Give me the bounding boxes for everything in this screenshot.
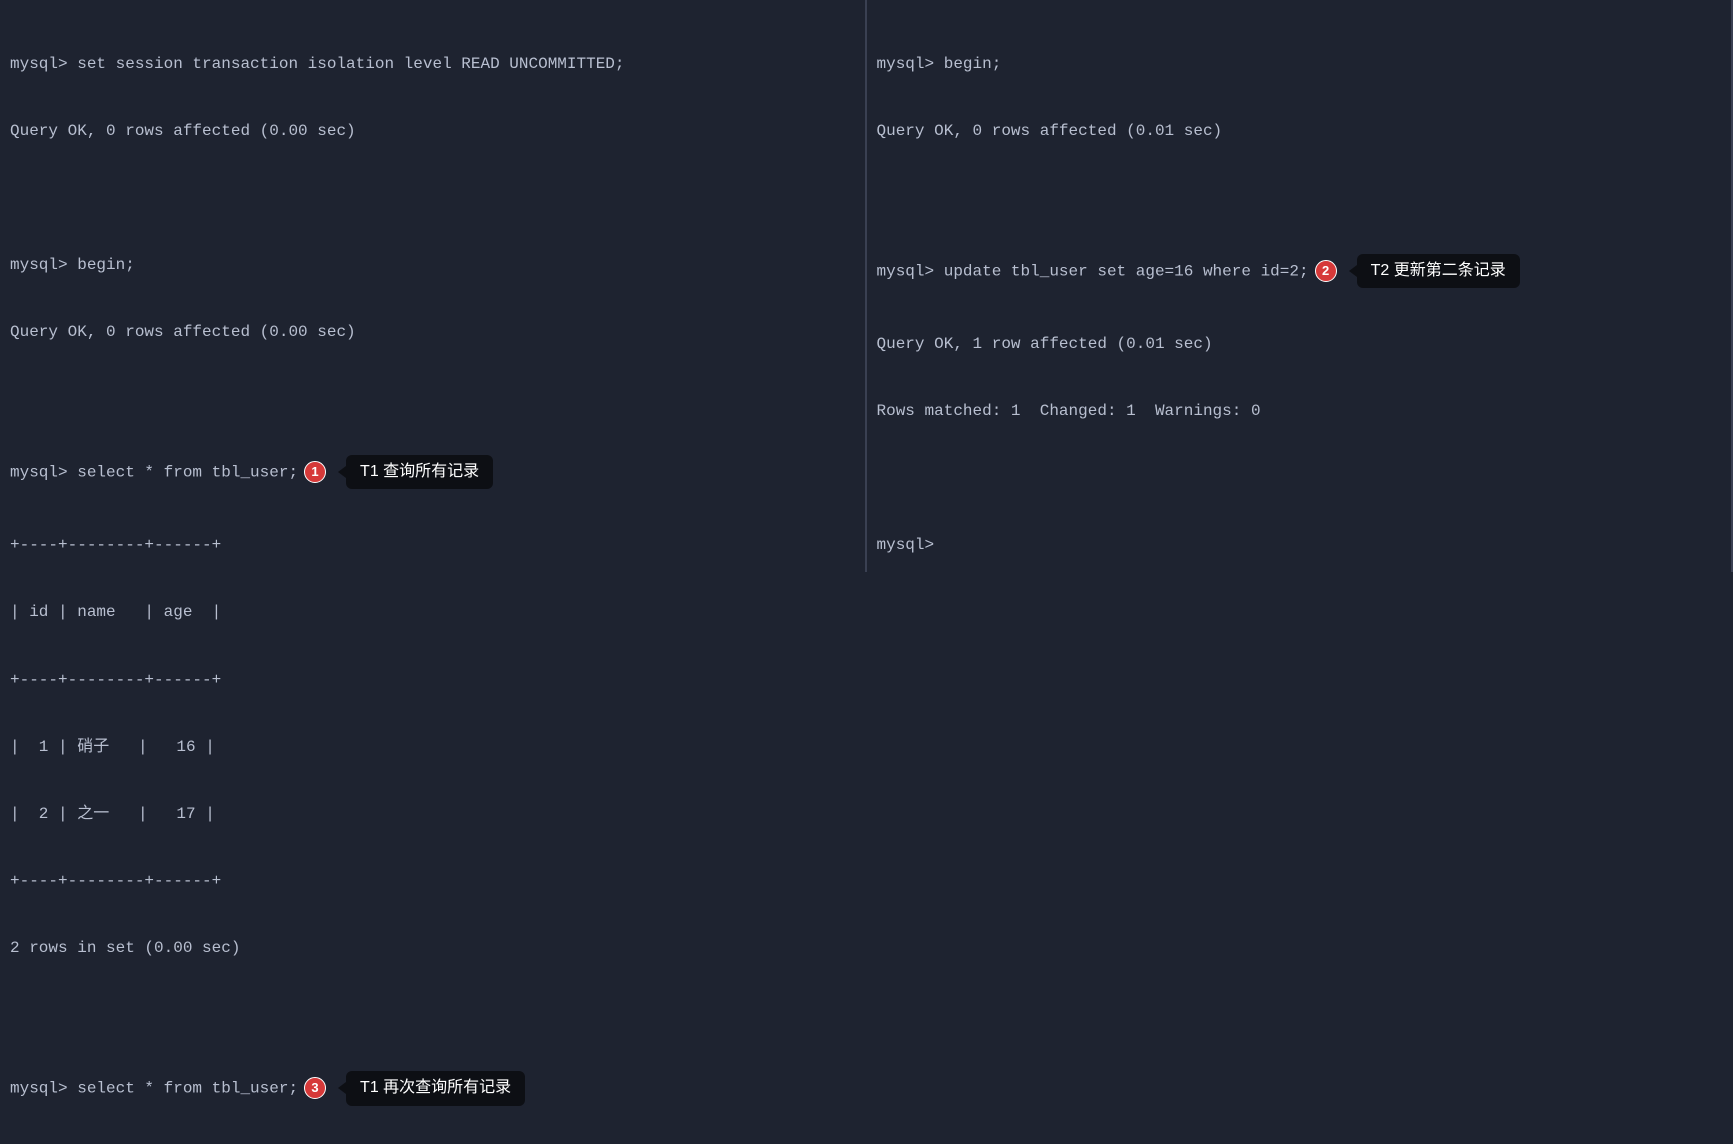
badge-icon: 2: [1315, 260, 1337, 282]
annotation-bubble: T1 查询所有记录: [346, 455, 493, 489]
left-terminal-pane[interactable]: mysql> set session transaction isolation…: [0, 0, 867, 572]
terminal-text: 2 rows in set (0.00 sec): [10, 939, 240, 957]
terminal-line: mysql> select * from tbl_user; 3 T1 再次查询所有…: [10, 1071, 855, 1105]
terminal-line: mysql>: [877, 534, 1722, 556]
terminal-line: mysql> begin;: [877, 53, 1722, 75]
terminal-text: | id | name | age |: [10, 603, 221, 621]
terminal-text: +----+--------+------+: [10, 671, 221, 689]
terminal-text: | 2 | 之一 | 17 |: [10, 805, 215, 823]
annotation-bubble: T2 更新第二条记录: [1357, 254, 1520, 288]
terminal-line: mysql> begin;: [10, 254, 855, 276]
terminal-text: mysql> begin;: [877, 55, 1002, 73]
terminal-line: | 1 | 硝子 | 16 |: [10, 736, 855, 758]
terminal-text: +----+--------+------+: [10, 536, 221, 554]
annotation-2: 2 T2 更新第二条记录: [1315, 254, 1520, 288]
terminal-line: 2 rows in set (0.00 sec): [10, 937, 855, 959]
terminal-line: | id | name | age |: [10, 601, 855, 623]
terminal-text: Query OK, 0 rows affected (0.00 sec): [10, 323, 356, 341]
terminal-line: [877, 467, 1722, 489]
terminal-line: Query OK, 0 rows affected (0.00 sec): [10, 120, 855, 142]
terminal-text: mysql> set session transaction isolation…: [10, 55, 625, 73]
terminal-line: Rows matched: 1 Changed: 1 Warnings: 0: [877, 400, 1722, 422]
terminal-line: | 2 | 之一 | 17 |: [10, 803, 855, 825]
terminal-line: Query OK, 0 rows affected (0.00 sec): [10, 321, 855, 343]
badge-icon: 3: [304, 1077, 326, 1099]
terminal-line: mysql> select * from tbl_user; 1 T1 查询所有记录: [10, 455, 855, 489]
terminal-text: +----+--------+------+: [10, 872, 221, 890]
terminal-text: mysql>: [877, 536, 935, 554]
terminal-text: mysql> begin;: [10, 256, 135, 274]
terminal-line: mysql> set session transaction isolation…: [10, 53, 855, 75]
right-terminal-pane[interactable]: mysql> begin; Query OK, 0 rows affected …: [867, 0, 1733, 572]
terminal-text: mysql> select * from tbl_user;: [10, 463, 298, 481]
terminal-line: Query OK, 1 row affected (0.01 sec): [877, 333, 1722, 355]
terminal-line: [10, 388, 855, 410]
badge-icon: 1: [304, 461, 326, 483]
annotation-3: 3 T1 再次查询所有记录: [304, 1071, 525, 1105]
terminal-text: mysql> select * from tbl_user;: [10, 1080, 298, 1098]
terminal-text: Query OK, 0 rows affected (0.00 sec): [10, 122, 356, 140]
terminal-text: Rows matched: 1 Changed: 1 Warnings: 0: [877, 402, 1261, 420]
terminal-line: +----+--------+------+: [10, 534, 855, 556]
annotation-1: 1 T1 查询所有记录: [304, 455, 493, 489]
terminal-line: +----+--------+------+: [10, 669, 855, 691]
annotation-bubble: T1 再次查询所有记录: [346, 1071, 525, 1105]
terminal-line: [10, 1004, 855, 1026]
terminal-text: mysql> update tbl_user set age=16 where …: [877, 262, 1309, 280]
terminal-line: [10, 187, 855, 209]
terminal-text: Query OK, 1 row affected (0.01 sec): [877, 335, 1213, 353]
terminal-line: mysql> update tbl_user set age=16 where …: [877, 254, 1722, 288]
terminal-line: +----+--------+------+: [10, 870, 855, 892]
terminal-text: | 1 | 硝子 | 16 |: [10, 738, 215, 756]
terminal-line: [877, 187, 1722, 209]
terminal-text: Query OK, 0 rows affected (0.01 sec): [877, 122, 1223, 140]
terminal-line: Query OK, 0 rows affected (0.01 sec): [877, 120, 1722, 142]
